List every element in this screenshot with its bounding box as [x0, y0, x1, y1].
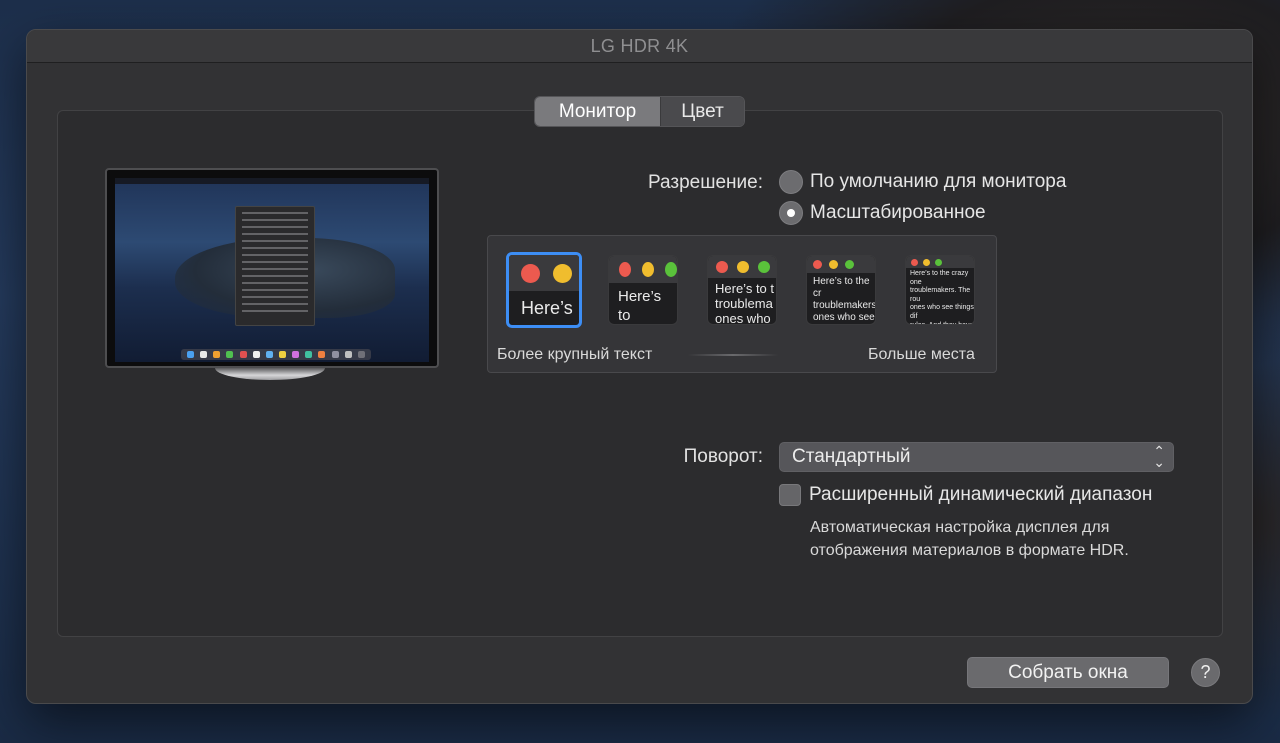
close-dot-icon — [521, 263, 540, 283]
hdr-description-line: отображения материалов в формате HDR. — [810, 542, 1129, 559]
gather-windows-button[interactable]: Собрать окна — [967, 657, 1169, 688]
rotation-select-value: Стандартный — [792, 446, 911, 467]
scale-option-sample-text: Here’s to the cr troublemakers. ones who… — [813, 276, 875, 323]
zoom-dot-icon — [845, 260, 854, 269]
scale-option-5[interactable]: Here’s to the crazy one troublemakers. T… — [905, 255, 975, 325]
preview-menubar — [115, 178, 429, 184]
scale-option-sample-text: Here’s — [521, 298, 573, 318]
help-button[interactable]: ? — [1191, 658, 1220, 687]
scale-option-sample-text: Here’s to the crazy one troublemakers. T… — [910, 270, 974, 324]
tab-monitor[interactable]: Монитор — [535, 97, 660, 126]
close-dot-icon — [911, 258, 918, 266]
scale-option-titlebar — [807, 256, 875, 273]
minimize-dot-icon — [642, 262, 654, 277]
radio-default-for-display[interactable]: По умолчанию для монитора — [779, 170, 1066, 194]
rotation-label: Поворот: — [683, 446, 763, 467]
hdr-checkbox[interactable] — [779, 484, 801, 506]
monitor-preview-screen — [115, 178, 429, 362]
radio-button[interactable] — [779, 170, 803, 194]
scale-option-titlebar — [609, 256, 677, 283]
zoom-dot-icon — [758, 261, 770, 273]
zoom-dot-icon — [935, 258, 942, 266]
radio-button-checked[interactable] — [779, 201, 803, 225]
scale-option-titlebar — [509, 255, 579, 291]
more-space-caption: Больше места — [868, 346, 975, 363]
preview-dock — [181, 349, 371, 360]
scale-option-1[interactable]: Here’s — [506, 252, 582, 328]
hdr-description: Автоматическая настройка дисплея для ото… — [810, 516, 1200, 562]
preview-document-window — [235, 206, 315, 326]
minimize-dot-icon — [923, 258, 930, 266]
up-down-chevron-icon: ⌃ ⌄ — [1153, 443, 1165, 470]
zoom-dot-icon — [665, 262, 677, 277]
close-dot-icon — [716, 261, 728, 273]
scale-divider-line — [688, 354, 778, 356]
scale-option-titlebar — [906, 256, 974, 268]
scale-option-sample-text: Here’s to troublem — [618, 288, 662, 324]
display-preferences-window: LG HDR 4K Монитор Цвет Разрешение: По ум — [26, 29, 1253, 704]
minimize-dot-icon — [829, 260, 838, 269]
monitor-preview — [105, 168, 439, 368]
larger-text-caption: Более крупный текст — [497, 346, 653, 363]
hdr-description-line: Автоматическая настройка дисплея для — [810, 519, 1110, 536]
window-title: LG HDR 4K — [590, 35, 689, 56]
scale-option-titlebar — [708, 256, 776, 278]
minimize-dot-icon — [553, 263, 572, 283]
scale-option-sample-text: Here’s to t troublema ones who — [715, 281, 775, 325]
radio-default-label: По умолчанию для монитора — [810, 171, 1067, 192]
radio-scaled-label: Масштабированное — [810, 202, 986, 223]
window-titlebar[interactable]: LG HDR 4K — [27, 30, 1252, 63]
resolution-label: Разрешение: — [647, 172, 763, 193]
close-dot-icon — [619, 262, 631, 277]
hdr-checkbox-row[interactable]: Расширенный динамический диапазон — [779, 484, 1152, 506]
hdr-checkbox-label: Расширенный динамический диапазон — [809, 484, 1153, 505]
scale-option-3[interactable]: Here’s to t troublema ones who — [707, 255, 777, 325]
tab-color[interactable]: Цвет — [660, 97, 744, 126]
scaled-resolution-picker: Here’s Here’s to troublem Here’s to t tr… — [487, 235, 997, 373]
scale-option-4[interactable]: Here’s to the cr troublemakers. ones who… — [806, 255, 876, 325]
rotation-select[interactable]: Стандартный ⌃ ⌄ — [779, 442, 1174, 472]
scale-option-2[interactable]: Here’s to troublem — [608, 255, 678, 325]
close-dot-icon — [813, 260, 822, 269]
radio-scaled[interactable]: Масштабированное — [779, 201, 986, 225]
tab-bar: Монитор Цвет — [534, 96, 745, 127]
minimize-dot-icon — [737, 261, 749, 273]
